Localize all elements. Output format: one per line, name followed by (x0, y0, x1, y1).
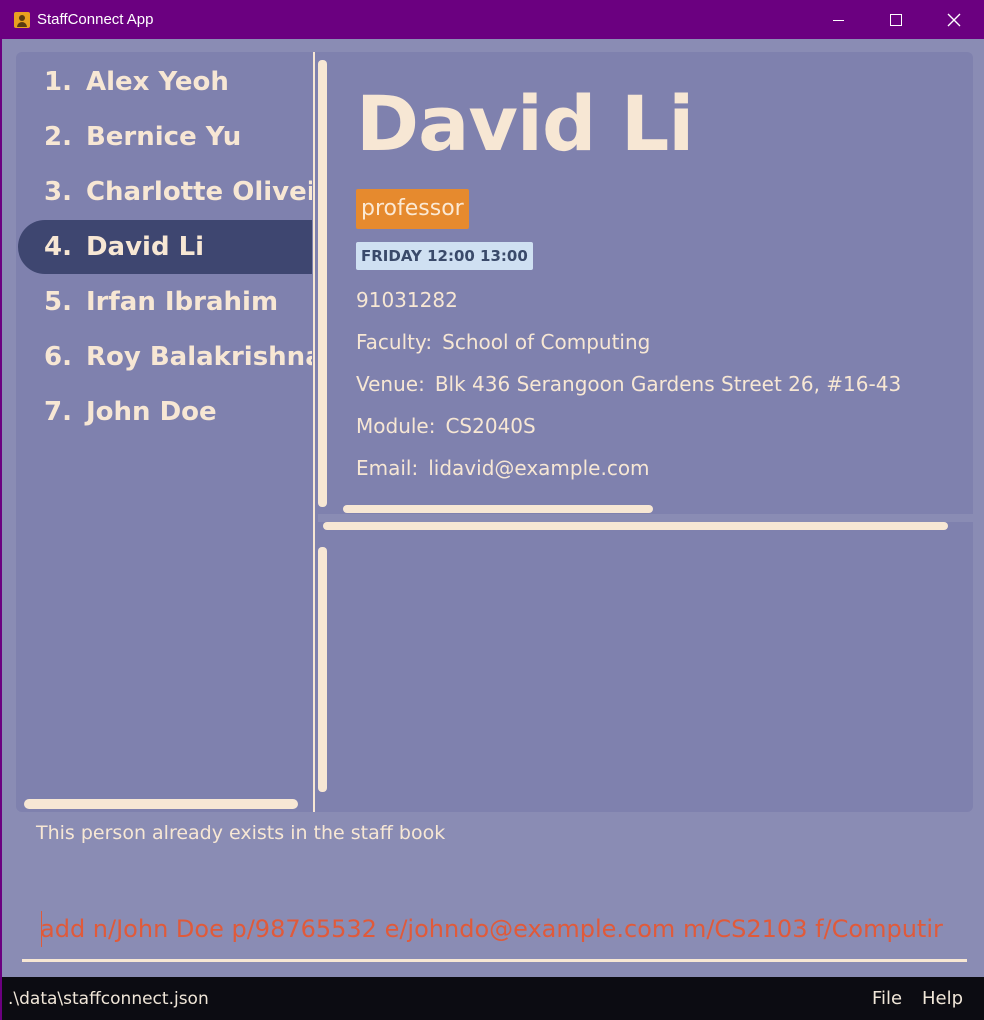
command-underline (22, 959, 967, 962)
list-item-index: 5. (44, 287, 72, 317)
list-item[interactable]: 1. Alex Yeoh (18, 55, 312, 109)
list-item-name: Charlotte Oliveiro (85, 177, 312, 207)
menu-help[interactable]: Help (922, 988, 963, 1009)
list-item-name: Irfan Ibrahim (85, 287, 279, 317)
close-icon (947, 13, 961, 27)
faculty-label: Faculty: (356, 330, 433, 354)
command-input[interactable] (22, 907, 947, 951)
command-box[interactable] (22, 901, 967, 962)
module-value: CS2040S (445, 414, 536, 438)
list-item-index: 6. (44, 342, 72, 372)
save-location: .\data\staffconnect.json (8, 989, 209, 1009)
list-item-index: 2. (44, 122, 72, 152)
module-label: Module: (356, 414, 436, 438)
minimize-button[interactable] (809, 1, 867, 39)
list-item[interactable]: 6. Roy Balakrishnan (18, 330, 312, 384)
close-button[interactable] (925, 1, 983, 39)
split-divider[interactable] (313, 52, 315, 812)
faculty-value: School of Computing (442, 330, 651, 354)
maximize-button[interactable] (867, 1, 925, 39)
email-label: Email: (356, 456, 419, 480)
detail-email: Email: lidavid@example.com (356, 456, 650, 480)
list-item-index: 7. (44, 397, 72, 427)
detail-horizontal-scrollbar[interactable] (343, 505, 653, 513)
list-item[interactable]: 2. Bernice Yu (18, 110, 312, 164)
detail-venue: Venue: Blk 436 Serangoon Gardens Street 2… (356, 372, 901, 396)
list-item[interactable]: 3. Charlotte Oliveiro (18, 165, 312, 219)
main-content: 1. Alex Yeoh 2. Bernice Yu 3. Charlotte Oli… (2, 39, 984, 977)
detail-vertical-scrollbar[interactable] (318, 60, 327, 507)
schedule-tag: FRIDAY 12:00 13:00 (356, 242, 533, 270)
list-item-name: Alex Yeoh (85, 67, 229, 97)
result-display: This person already exists in the staff … (36, 822, 446, 844)
staff-contact-icon (14, 12, 30, 28)
venue-label: Venue: (356, 372, 425, 396)
list-item-index: 1. (44, 67, 72, 97)
minimize-icon (832, 19, 844, 21)
vertical-split-divider[interactable] (318, 514, 973, 522)
list-horizontal-scrollbar[interactable] (24, 799, 298, 809)
list-item-name: Bernice Yu (85, 122, 242, 152)
list-item-selected[interactable]: 4. David Li (18, 220, 312, 274)
list-item-index: 3. (44, 177, 72, 207)
detail-name: David Li (356, 79, 694, 168)
lower-vertical-scrollbar[interactable] (318, 547, 327, 792)
detail-phone: 91031282 (356, 288, 458, 312)
app-window: StaffConnect App 1. Alex Yeoh 2. Bernice Y… (0, 0, 984, 1020)
email-value: lidavid@example.com (428, 456, 650, 480)
person-detail-card: David Li professor FRIDAY 12:00 13:00 91… (356, 74, 966, 514)
detail-module: Module: CS2040S (356, 414, 536, 438)
window-title: StaffConnect App (37, 11, 154, 28)
status-bar: .\data\staffconnect.json File Help (2, 977, 984, 1020)
list-item[interactable]: 5. Irfan Ibrahim (18, 275, 312, 329)
person-list[interactable]: 1. Alex Yeoh 2. Bernice Yu 3. Charlotte Oli… (16, 52, 313, 812)
maximize-icon (890, 14, 902, 26)
list-item[interactable]: 7. John Doe (18, 385, 312, 439)
role-tag: professor (356, 189, 469, 229)
text-caret (41, 911, 42, 947)
venue-value: Blk 436 Serangoon Gardens Street 26, #16… (434, 372, 902, 396)
detail-faculty: Faculty: School of Computing (356, 330, 650, 354)
split-pane: 1. Alex Yeoh 2. Bernice Yu 3. Charlotte Oli… (16, 52, 973, 812)
list-item-name: John Doe (85, 397, 217, 427)
list-item-name: David Li (85, 232, 205, 262)
menu-file[interactable]: File (872, 988, 902, 1009)
list-item-name: Roy Balakrishnan (85, 342, 312, 372)
list-item-index: 4. (44, 232, 72, 262)
split-horizontal-scrollbar[interactable] (323, 522, 948, 530)
title-bar[interactable]: StaffConnect App (1, 1, 984, 39)
